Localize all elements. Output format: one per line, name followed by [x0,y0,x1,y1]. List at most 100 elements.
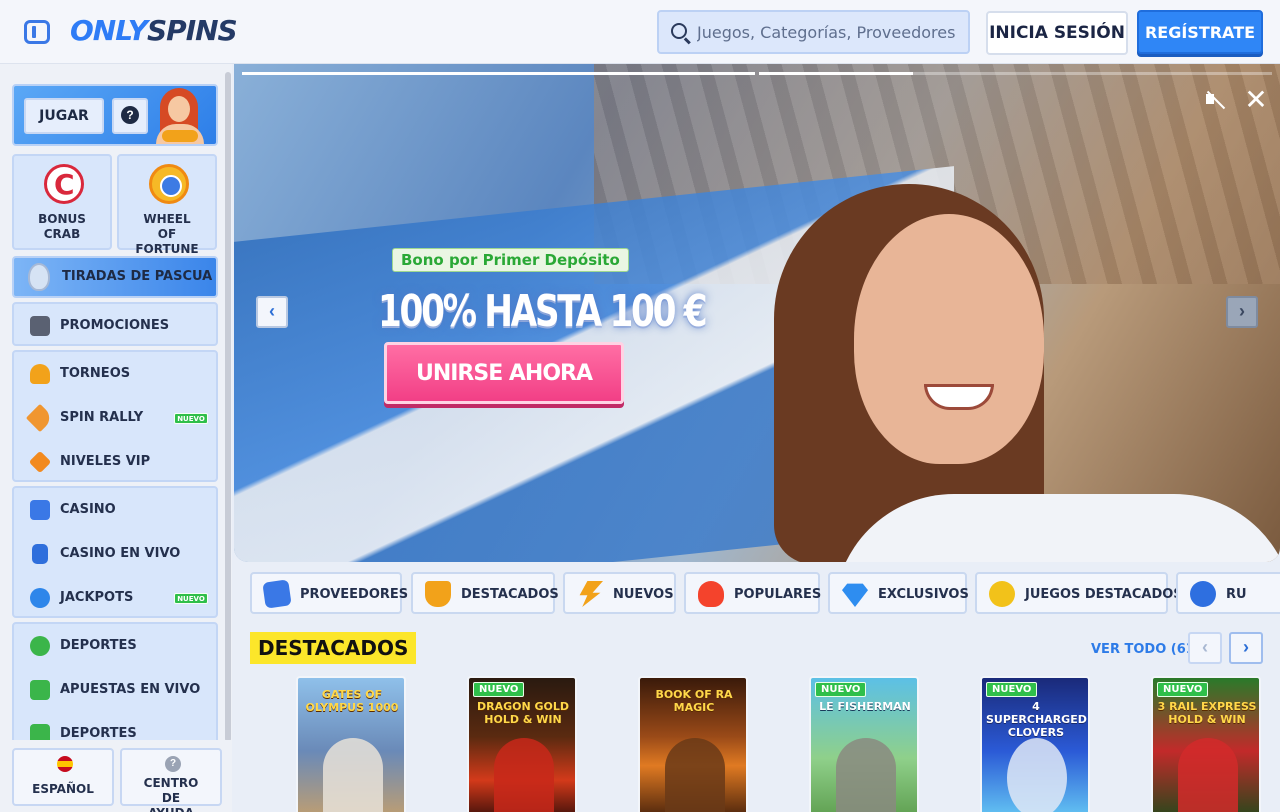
sidebar-item-live-casino[interactable]: CASINO EN VIVO [14,532,216,576]
live-casino-icon [32,544,48,564]
sidebar-group-casino: CASINO CASINO EN VIVO JACKPOTS NUEVO [12,486,218,618]
game-title: DRAGON GOLD HOLD & WIN [476,700,570,726]
hero-next-button[interactable]: › [1226,296,1258,328]
section-title: DESTACADOS [250,632,417,664]
sidebar-item-easter-spins[interactable]: TIRADAS DE PASCUA [12,256,218,298]
slide-progress-2[interactable] [759,72,1272,75]
hero-prev-button[interactable]: ‹ [256,296,288,328]
live-icon [30,680,50,700]
sidebar-tile-bonus-crab[interactable]: BONUS CRAB [12,154,112,250]
tab-popular[interactable]: POPULARES [684,572,821,614]
easter-egg-icon [28,263,50,291]
game-card[interactable]: GATES OF OLYMPUS 1000 [296,676,406,812]
sidebar-item-label: JACKPOTS [60,590,134,605]
tab-new[interactable]: NUEVOS [563,572,676,614]
game-card[interactable]: BOOK OF RA MAGIC [638,676,748,812]
game-card[interactable]: NUEVO DRAGON GOLD HOLD & WIN [467,676,577,812]
crown-icon [425,581,451,607]
tile-label: WHEEL OF FORTUNE [135,212,199,256]
tab-roulette[interactable]: RU [1176,572,1280,614]
language-label: ESPAÑOL [32,782,94,796]
wheel-of-fortune-icon [149,164,189,204]
clover-icon [30,588,50,608]
join-now-button[interactable]: UNIRSE AHORA [384,342,624,404]
sidebar-item-label: TIRADAS DE PASCUA [62,269,213,284]
game-artwork [323,738,383,812]
spain-flag-icon [57,756,73,772]
new-badge: NUEVO [815,682,867,697]
sidebar-item-spin-rally[interactable]: SPIN RALLY NUEVO [14,396,216,440]
tab-label: PROVEEDORES [300,587,409,602]
new-badge: NUEVO [473,682,525,697]
sidebar-item-label: SPIN RALLY [60,410,144,425]
game-artwork [665,738,725,812]
tab-exclusive[interactable]: EXCLUSIVOS [828,572,969,614]
game-artwork [836,738,896,812]
play-button[interactable]: JUGAR [24,98,104,134]
new-badge: NUEVO [174,413,208,424]
category-tabs: PROVEEDORES DESTACADOS NUEVOS POPULARES … [250,572,1280,614]
sidebar-item-sports[interactable]: DEPORTES [14,624,216,668]
game-title: GATES OF OLYMPUS 1000 [305,688,399,714]
language-button[interactable]: ESPAÑOL [12,748,114,806]
top-header: ONLYSPINS INICIA SESIÓN REGÍSTRATE [0,0,1280,64]
search-box[interactable] [657,10,970,54]
sidebar-item-label: APUESTAS EN VIVO [60,682,201,697]
sidebar-item-live-betting[interactable]: APUESTAS EN VIVO [14,668,216,712]
trophy-icon [30,364,50,384]
search-input[interactable] [697,12,967,52]
sidebar-item-tournaments[interactable]: TORNEOS [14,352,216,396]
slot-machine-icon [30,500,50,520]
help-center-button[interactable]: ? CENTRO DE AYUDA [120,748,222,812]
login-button[interactable]: INICIA SESIÓN [986,11,1128,55]
slide-progress-1[interactable] [242,72,755,75]
game-artwork [1178,738,1238,812]
game-title: BOOK OF RA MAGIC [655,688,733,714]
sidebar-item-label: CASINO [60,502,116,517]
bonus-tag: Bono por Primer Depósito [392,248,629,272]
hero-person-image [854,214,1044,464]
sidebar-item-label: CASINO EN VIVO [60,546,181,561]
carousel-next-button[interactable]: › [1229,632,1263,664]
sidebar-item-promotions[interactable]: PROMOCIONES [12,302,218,346]
search-icon [671,23,687,39]
promo-character-image [148,86,212,144]
carousel-prev-button[interactable]: ‹ [1188,632,1222,664]
sidebar-item-jackpots[interactable]: JACKPOTS NUEVO [14,576,216,620]
game-artwork [1007,738,1067,812]
onlyspins-logo[interactable]: ONLYSPINS [70,14,238,47]
lightning-icon [579,581,603,607]
sidebar-item-label: DEPORTES [60,638,137,653]
sidebar-item-casino[interactable]: CASINO [14,488,216,532]
help-icon[interactable] [112,98,148,134]
roulette-icon [1190,581,1216,607]
tab-label: NUEVOS [613,587,674,602]
sidebar-tile-wheel-of-fortune[interactable]: WHEEL OF FORTUNE [117,154,217,256]
tab-providers[interactable]: PROVEEDORES [250,572,408,614]
close-icon[interactable]: ✕ [1244,86,1268,114]
sidebar-item-label: TORNEOS [60,366,131,381]
new-badge: NUEVO [174,593,208,604]
providers-icon [262,579,292,609]
new-badge: NUEVO [1157,682,1209,697]
game-card[interactable]: NUEVO 4 SUPERCHARGED CLOVERS [980,676,1090,812]
game-card[interactable]: NUEVO LE FISHERMAN [809,676,919,812]
mute-icon[interactable] [1204,88,1228,112]
pizza-icon [25,403,55,433]
diamond-icon [28,450,52,474]
new-badge: NUEVO [986,682,1038,697]
register-button[interactable]: REGÍSTRATE [1137,10,1263,54]
tab-featured[interactable]: DESTACADOS [411,572,559,614]
sidebar-footer: ESPAÑOL ? CENTRO DE AYUDA [0,740,232,812]
sidebar-scrollbar[interactable] [225,72,231,742]
game-card[interactable]: NUEVO 3 RAIL EXPRESS HOLD & WIN [1151,676,1261,812]
fire-icon [698,581,724,607]
game-title: LE FISHERMAN [819,700,911,713]
tab-featured-games[interactable]: JUEGOS DESTACADOS [975,572,1183,614]
sidebar-item-vip-levels[interactable]: NIVELES VIP [14,440,216,484]
tab-label: RU [1226,587,1247,602]
sidebar-toggle-icon[interactable] [24,20,50,44]
sidebar-item-label: PROMOCIONES [60,318,170,333]
game-title: 4 SUPERCHARGED CLOVERS [986,700,1087,739]
hero-banner: ✕ ‹ › Bono por Primer Depósito 100% HAST… [234,64,1280,562]
